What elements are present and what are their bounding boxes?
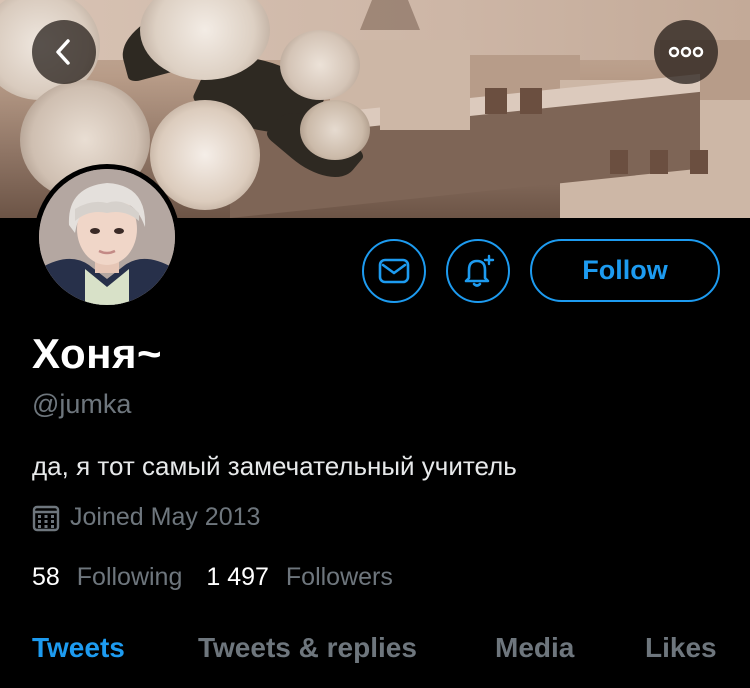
avatar[interactable] bbox=[34, 164, 180, 310]
flower bbox=[300, 100, 370, 160]
flower bbox=[280, 30, 360, 100]
profile-bio: да, я тот самый замечательный учитель bbox=[32, 451, 517, 481]
message-button[interactable] bbox=[362, 239, 426, 303]
following-count: 58 bbox=[32, 563, 60, 591]
tab-tweets[interactable]: Tweets bbox=[32, 632, 125, 664]
profile-stats: 58 Following 1 497 Followers bbox=[32, 563, 393, 592]
window bbox=[650, 150, 668, 174]
tab-media[interactable]: Media bbox=[495, 632, 574, 664]
window bbox=[690, 150, 708, 174]
followers-link[interactable]: 1 497 Followers bbox=[206, 563, 393, 592]
more-button[interactable] bbox=[654, 20, 718, 84]
joined-date: Joined May 2013 bbox=[32, 503, 260, 532]
window bbox=[485, 88, 507, 114]
avatar-portrait bbox=[39, 169, 175, 305]
profile-handle: @jumka bbox=[32, 389, 132, 419]
following-link[interactable]: 58 Following bbox=[32, 563, 182, 592]
tab-likes[interactable]: Likes bbox=[645, 632, 717, 664]
profile-tabs: Tweets Tweets & replies Media Likes bbox=[0, 632, 750, 682]
following-label: Following bbox=[76, 563, 183, 591]
window bbox=[520, 88, 542, 114]
profile-name: Хоня~ bbox=[32, 330, 163, 377]
tab-tweets-replies[interactable]: Tweets & replies bbox=[198, 632, 417, 664]
window bbox=[610, 150, 628, 174]
follow-button[interactable]: Follow bbox=[530, 239, 720, 302]
followers-count: 1 497 bbox=[206, 563, 269, 591]
notifications-button[interactable] bbox=[446, 239, 510, 303]
more-dots-icon bbox=[668, 46, 704, 58]
back-button[interactable] bbox=[32, 20, 96, 84]
calendar-icon bbox=[32, 505, 60, 531]
joined-text: Joined May 2013 bbox=[70, 503, 261, 531]
followers-label: Followers bbox=[285, 563, 393, 591]
building bbox=[380, 80, 470, 130]
flower bbox=[150, 100, 260, 210]
chevron-left-icon bbox=[56, 39, 70, 65]
bell-plus-icon bbox=[464, 254, 495, 287]
avatar-image bbox=[39, 169, 175, 305]
envelope-icon bbox=[378, 258, 410, 284]
